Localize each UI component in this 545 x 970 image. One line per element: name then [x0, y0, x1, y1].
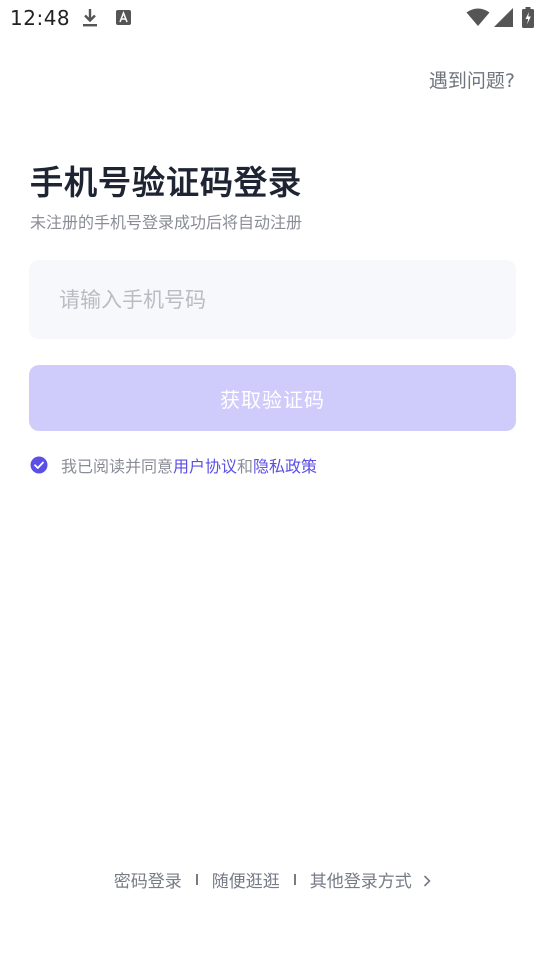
check-circle-icon	[30, 456, 48, 474]
footer-divider	[293, 874, 296, 885]
agreement-row: 我已阅读并同意 用户协议 和 隐私政策	[30, 453, 317, 477]
chevron-right-icon	[423, 872, 431, 892]
privacy-policy-link[interactable]: 隐私政策	[253, 453, 317, 477]
download-icon	[81, 8, 99, 32]
other-login-link[interactable]: 其他登录方式	[310, 867, 431, 892]
browse-link[interactable]: 随便逛逛	[212, 867, 280, 892]
other-login-label: 其他登录方式	[309, 872, 412, 892]
phone-number-input[interactable]	[29, 260, 516, 339]
status-time: 12:48	[10, 6, 71, 30]
get-code-button[interactable]: 获取验证码	[29, 365, 516, 431]
agree-checkbox[interactable]	[30, 456, 48, 474]
font-a-icon	[116, 10, 131, 29]
footer-divider	[195, 874, 198, 885]
wifi-icon	[466, 8, 490, 31]
help-link[interactable]: 遇到问题?	[429, 66, 515, 93]
password-login-link[interactable]: 密码登录	[114, 867, 182, 892]
status-bar: 12:48	[0, 0, 545, 36]
page-subtitle: 未注册的手机号登录成功后将自动注册	[30, 213, 303, 232]
footer-links: 密码登录 随便逛逛 其他登录方式	[0, 867, 545, 892]
agreement-connector: 和	[237, 457, 254, 476]
page-title: 手机号验证码登录	[30, 163, 302, 202]
battery-charging-icon	[522, 7, 534, 32]
signal-icon	[494, 8, 513, 31]
agreement-prefix: 我已阅读并同意	[61, 457, 174, 476]
user-agreement-link[interactable]: 用户协议	[173, 453, 237, 477]
